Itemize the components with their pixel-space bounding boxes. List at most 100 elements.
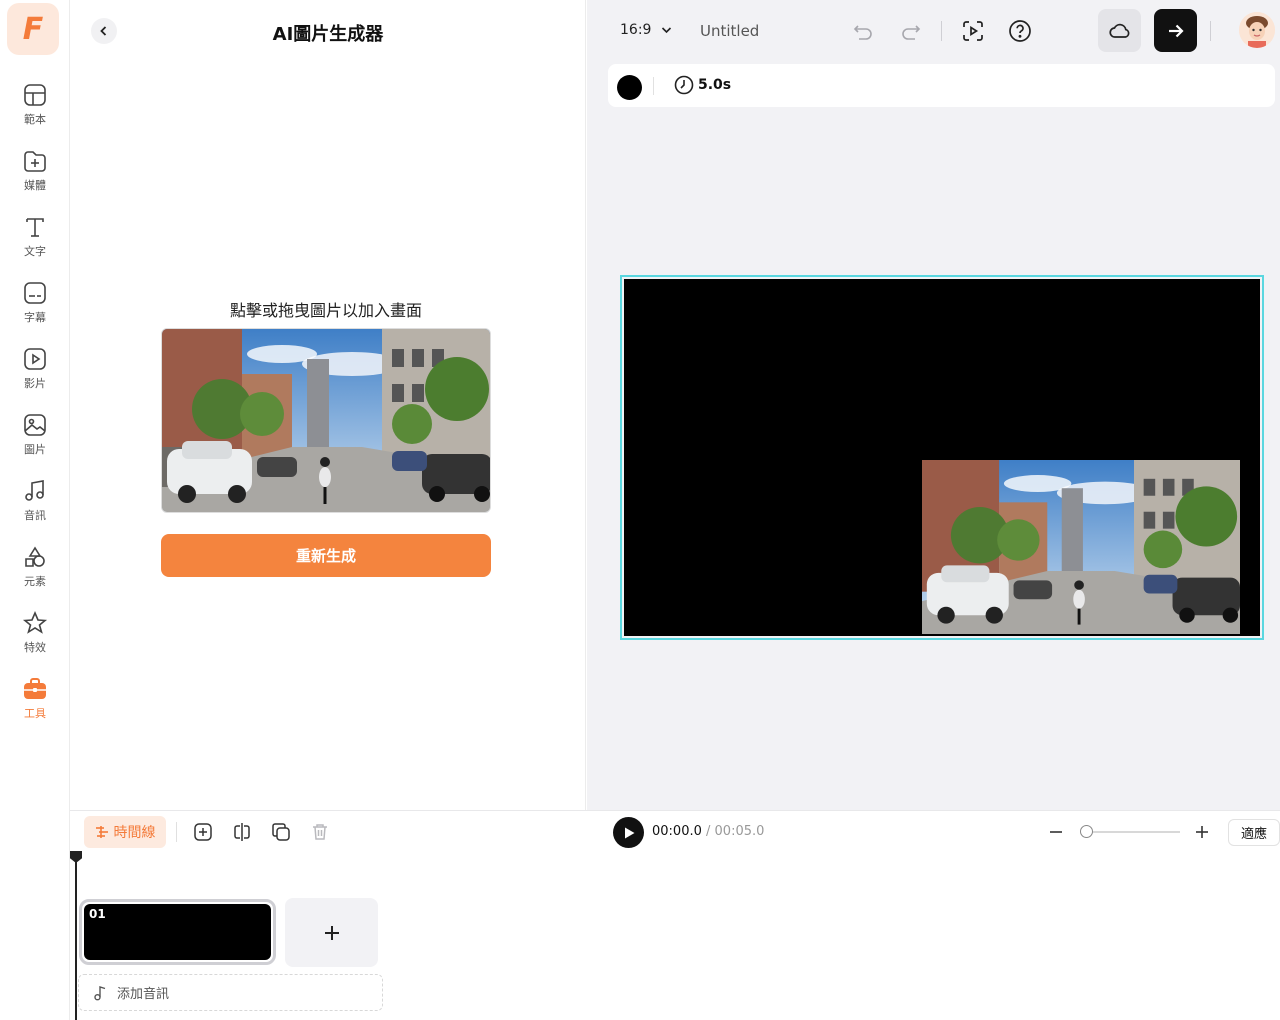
redo-icon bbox=[902, 25, 921, 40]
zoom-in-button[interactable] bbox=[1192, 820, 1212, 844]
toolbox-icon bbox=[24, 678, 46, 699]
app-logo[interactable]: F bbox=[7, 3, 59, 55]
fit-button[interactable]: 適應 bbox=[1228, 819, 1280, 846]
plus-icon bbox=[324, 925, 339, 940]
duration-control[interactable]: 5.0s bbox=[674, 75, 731, 95]
generated-image[interactable] bbox=[161, 328, 491, 513]
left-sidebar: F 範本 媒體 文字 字幕 影片 圖片 音訊 元素 特效 工具 bbox=[0, 0, 70, 1020]
sidebar-item-tools[interactable]: 工具 bbox=[0, 676, 70, 736]
duplicate-button[interactable] bbox=[269, 820, 293, 844]
minus-icon bbox=[1050, 831, 1062, 833]
screen-record-icon bbox=[963, 21, 983, 41]
background-color-swatch[interactable] bbox=[617, 75, 642, 100]
clock-icon bbox=[674, 75, 694, 95]
cloud-save-button[interactable] bbox=[1098, 9, 1141, 52]
sidebar-item-templates[interactable]: 範本 bbox=[0, 82, 70, 142]
undo-button[interactable] bbox=[849, 17, 877, 45]
sidebar-item-label: 影片 bbox=[24, 377, 46, 390]
chevron-down-icon bbox=[662, 27, 672, 34]
regenerate-button[interactable]: 重新生成 bbox=[161, 534, 491, 577]
playhead-line[interactable] bbox=[75, 853, 77, 1020]
sidebar-item-subtitles[interactable]: 字幕 bbox=[0, 280, 70, 340]
sidebar-item-label: 音訊 bbox=[24, 509, 46, 522]
street-scene-illustration bbox=[922, 460, 1240, 634]
toolbar-divider bbox=[941, 21, 942, 41]
clip-thumbnail: 01 bbox=[84, 904, 271, 960]
image-icon bbox=[24, 414, 46, 436]
aspect-ratio-select[interactable]: 16:9 bbox=[620, 22, 672, 38]
time-separator: / bbox=[701, 824, 715, 839]
sidebar-item-label: 字幕 bbox=[24, 311, 46, 324]
properties-divider bbox=[653, 77, 654, 95]
redo-button[interactable] bbox=[897, 17, 925, 45]
sidebar-item-text[interactable]: 文字 bbox=[0, 214, 70, 274]
zoom-out-button[interactable] bbox=[1046, 820, 1066, 844]
tab-timeline-label: 時間線 bbox=[113, 825, 156, 841]
tab-timeline[interactable]: 時間線 bbox=[84, 816, 166, 848]
trash-icon bbox=[313, 824, 327, 840]
street-scene-illustration bbox=[162, 329, 490, 512]
split-icon bbox=[234, 823, 250, 841]
sidebar-item-label: 特效 bbox=[24, 641, 46, 654]
logo-letter: F bbox=[22, 11, 44, 47]
sidebar-item-media[interactable]: 媒體 bbox=[0, 148, 70, 208]
template-icon bbox=[24, 84, 46, 106]
canvas-selection-frame[interactable] bbox=[620, 275, 1264, 640]
sidebar-item-label: 工具 bbox=[24, 707, 46, 720]
clip-number: 01 bbox=[89, 907, 106, 921]
zoom-slider-track[interactable] bbox=[1082, 831, 1180, 833]
properties-bar: 5.0s bbox=[608, 64, 1275, 107]
zoom-slider-handle[interactable] bbox=[1080, 825, 1094, 838]
toolbar-divider bbox=[1210, 21, 1211, 41]
add-audio-track[interactable]: 添加音訊 bbox=[78, 974, 383, 1011]
help-button[interactable] bbox=[1006, 17, 1034, 45]
aspect-ratio-value: 16:9 bbox=[620, 22, 652, 38]
play-icon bbox=[624, 827, 634, 838]
preview-button[interactable] bbox=[959, 17, 987, 45]
video-icon bbox=[24, 348, 46, 370]
play-button[interactable] bbox=[613, 817, 644, 848]
current-time: 00:00.0 bbox=[652, 824, 702, 839]
video-canvas[interactable] bbox=[624, 279, 1260, 636]
sidebar-item-video[interactable]: 影片 bbox=[0, 346, 70, 406]
music-icon bbox=[25, 480, 44, 501]
sidebar-item-label: 圖片 bbox=[24, 443, 46, 456]
canvas-stage: 5.0s bbox=[587, 62, 1280, 810]
music-note-icon bbox=[94, 985, 106, 1000]
undo-icon bbox=[853, 25, 872, 40]
duration-value: 5.0s bbox=[698, 77, 732, 93]
add-box-icon bbox=[194, 823, 212, 841]
subtitle-icon bbox=[24, 282, 46, 304]
add-scene-button[interactable] bbox=[191, 820, 215, 844]
text-icon bbox=[26, 218, 44, 237]
sidebar-item-elements[interactable]: 元素 bbox=[0, 544, 70, 604]
add-clip-button[interactable] bbox=[285, 898, 378, 967]
split-button[interactable] bbox=[230, 820, 254, 844]
sidebar-item-label: 元素 bbox=[24, 575, 46, 588]
sidebar-item-effects[interactable]: 特效 bbox=[0, 610, 70, 670]
help-icon bbox=[1009, 20, 1031, 42]
playback-time: 00:00.0 / 00:05.0 bbox=[652, 824, 764, 839]
timeline-icon bbox=[95, 826, 108, 838]
cloud-icon bbox=[1108, 23, 1129, 38]
project-name[interactable]: Untitled bbox=[700, 22, 759, 40]
add-audio-label: 添加音訊 bbox=[117, 987, 170, 1002]
avatar-illustration bbox=[1239, 12, 1275, 48]
timeline-divider bbox=[176, 822, 177, 842]
sidebar-item-images[interactable]: 圖片 bbox=[0, 412, 70, 472]
timeline-clip[interactable]: 01 bbox=[79, 899, 276, 965]
media-folder-icon bbox=[24, 151, 46, 172]
sidebar-item-label: 媒體 bbox=[24, 179, 46, 192]
top-toolbar: 16:9 Untitled bbox=[587, 0, 1280, 62]
sidebar-item-audio[interactable]: 音訊 bbox=[0, 478, 70, 538]
canvas-image-layer[interactable] bbox=[922, 460, 1240, 634]
ai-image-generator-panel: AI圖片生成器 點擊或拖曳圖片以加入畫面 重新生成 bbox=[70, 0, 586, 810]
delete-button[interactable] bbox=[308, 820, 332, 844]
effects-icon bbox=[22, 610, 48, 634]
user-avatar[interactable] bbox=[1239, 12, 1275, 48]
export-button[interactable] bbox=[1154, 9, 1197, 52]
plus-icon bbox=[1196, 826, 1208, 838]
add-image-hint: 點擊或拖曳圖片以加入畫面 bbox=[229, 301, 422, 320]
arrow-right-icon bbox=[1168, 24, 1184, 37]
panel-title: AI圖片生成器 bbox=[272, 24, 384, 45]
